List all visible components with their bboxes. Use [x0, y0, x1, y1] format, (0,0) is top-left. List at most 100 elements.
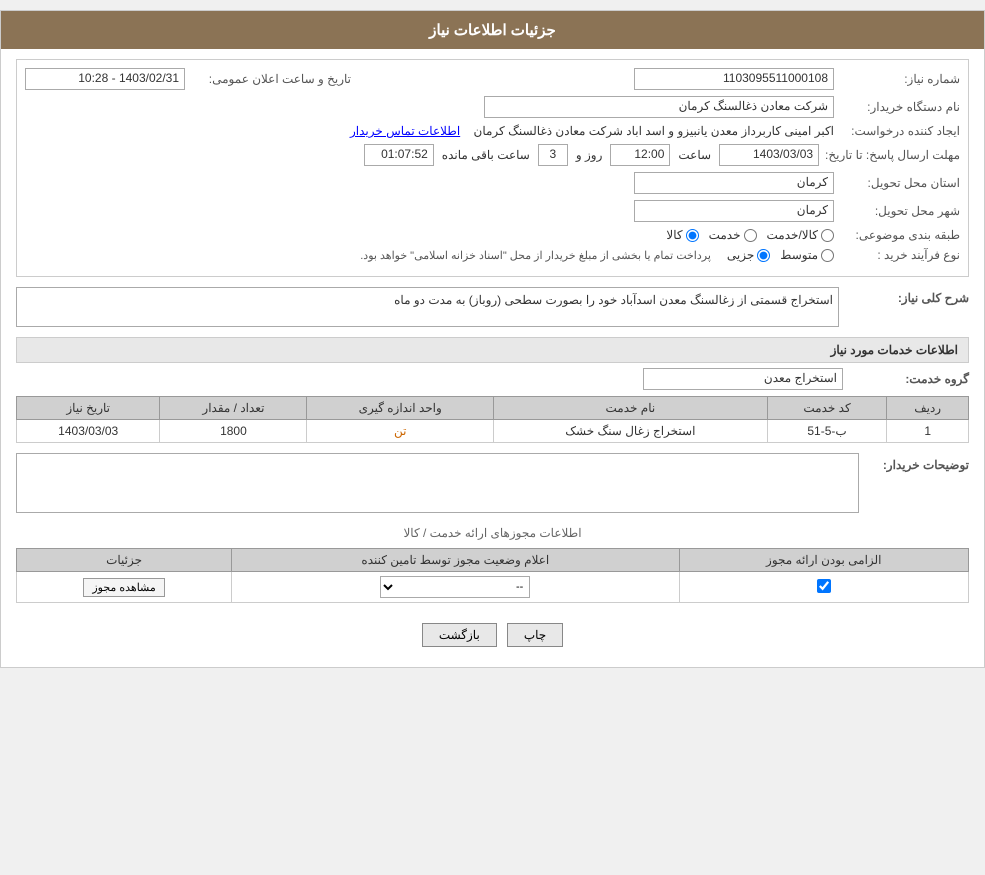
back-button[interactable]: بازگشت — [422, 623, 497, 647]
purchase-motovaset-item: متوسط — [780, 248, 834, 262]
purchase-note: پرداخت تمام یا بخشی از مبلغ خریدار از مح… — [360, 249, 711, 262]
permits-divider: اطلاعات مجوزهای ارائه خدمت / کالا — [16, 526, 969, 540]
city-row: شهر محل تحویل: کرمان — [25, 200, 960, 222]
col-qty: تعداد / مقدار — [160, 397, 307, 420]
cell-code: ب-5-51 — [767, 420, 887, 443]
category-row: طبقه بندی موضوعی: کالا/خدمت خدمت کالا — [25, 228, 960, 242]
col-name: نام خدمت — [493, 397, 767, 420]
table-row: 1 ب-5-51 استخراج زغال سنگ خشک تن 1800 14… — [17, 420, 969, 443]
need-number-label: شماره نیاز: — [840, 72, 960, 86]
permits-col-details: جزئیات — [17, 549, 232, 572]
purchase-jozii-item: جزیی — [727, 248, 770, 262]
category-kala-khedmat-label: کالا/خدمت — [767, 228, 818, 242]
province-value: کرمان — [634, 172, 834, 194]
city-value: کرمان — [634, 200, 834, 222]
permits-details-cell: مشاهده مجوز — [17, 572, 232, 603]
province-row: استان محل تحویل: کرمان — [25, 172, 960, 194]
page-title: جزئیات اطلاعات نیاز — [429, 22, 556, 39]
cell-row: 1 — [887, 420, 969, 443]
service-group-value: استخراج معدن — [643, 368, 843, 390]
creator-label: ایجاد کننده درخواست: — [840, 124, 960, 138]
cell-date: 1403/03/03 — [17, 420, 160, 443]
table-header-row: ردیف کد خدمت نام خدمت واحد اندازه گیری ت… — [17, 397, 969, 420]
permits-status-cell: -- — [232, 572, 679, 603]
need-number-row: شماره نیاز: 1103095511000108 تاریخ و ساع… — [25, 68, 960, 90]
cell-qty: 1800 — [160, 420, 307, 443]
col-row: ردیف — [887, 397, 969, 420]
purchase-type-label: نوع فرآیند خرید : — [840, 248, 960, 262]
deadline-remaining-label: ساعت باقی مانده — [442, 148, 530, 162]
deadline-days: 3 — [538, 144, 568, 166]
purchase-jozii-radio[interactable] — [757, 249, 770, 262]
contact-link[interactable]: اطلاعات تماس خریدار — [350, 124, 460, 138]
category-khedmat-label: خدمت — [709, 228, 741, 242]
buyer-org-value: شرکت معادن ذغالسنگ کرمان — [484, 96, 834, 118]
category-khedmat-radio[interactable] — [744, 229, 757, 242]
permits-required-cell — [679, 572, 968, 603]
need-number-value: 1103095511000108 — [634, 68, 834, 90]
deadline-days-label: روز و — [576, 148, 603, 162]
general-desc-label: شرح کلی نیاز: — [849, 287, 969, 305]
category-kala-khedmat-item: کالا/خدمت — [767, 228, 834, 242]
buyer-notes-value-container — [16, 453, 859, 516]
creator-row: ایجاد کننده درخواست: اکبر امینی کاربرداز… — [25, 124, 960, 138]
city-label: شهر محل تحویل: — [840, 204, 960, 218]
category-kala-radio[interactable] — [686, 229, 699, 242]
col-code: کد خدمت — [767, 397, 887, 420]
buyer-org-row: نام دستگاه خریدار: شرکت معادن ذغالسنگ کر… — [25, 96, 960, 118]
buyer-notes-label: توضیحات خریدار: — [869, 453, 969, 516]
category-kala-item: کالا — [666, 228, 698, 242]
deadline-row: مهلت ارسال پاسخ: تا تاریخ: 1403/03/03 سا… — [25, 144, 960, 166]
deadline-date: 1403/03/03 — [719, 144, 819, 166]
category-radio-group: کالا/خدمت خدمت کالا — [666, 228, 834, 242]
deadline-label: مهلت ارسال پاسخ: تا تاریخ: — [825, 148, 960, 162]
view-permit-button[interactable]: مشاهده مجوز — [83, 578, 164, 597]
general-desc-value-container: استخراج قسمتی از زغالسنگ معدن اسدآباد خو… — [16, 287, 839, 327]
purchase-type-radio-group: متوسط جزیی — [727, 248, 834, 262]
general-desc-section: شرح کلی نیاز: استخراج قسمتی از زغالسنگ م… — [16, 287, 969, 327]
permits-table: الزامی بودن ارائه مجوز اعلام وضعیت مجوز … — [16, 548, 969, 603]
services-table: ردیف کد خدمت نام خدمت واحد اندازه گیری ت… — [16, 396, 969, 443]
col-date: تاریخ نیاز — [17, 397, 160, 420]
buyer-notes-section: توضیحات خریدار: — [16, 453, 969, 516]
buyer-notes-textarea[interactable] — [16, 453, 859, 513]
announce-label: تاریخ و ساعت اعلان عمومی: — [191, 72, 351, 86]
category-kala-khedmat-radio[interactable] — [821, 229, 834, 242]
purchase-type-row: نوع فرآیند خرید : متوسط جزیی پرداخت تمام… — [25, 248, 960, 262]
permits-status-select[interactable]: -- — [380, 576, 530, 598]
general-desc-value: استخراج قسمتی از زغالسنگ معدن اسدآباد خو… — [16, 287, 839, 327]
purchase-motovaset-label: متوسط — [780, 248, 818, 262]
category-label: طبقه بندی موضوعی: — [840, 228, 960, 242]
print-button[interactable]: چاپ — [507, 623, 563, 647]
announce-value: 1403/02/31 - 10:28 — [25, 68, 185, 90]
purchase-motovaset-radio[interactable] — [821, 249, 834, 262]
deadline-group: 1403/03/03 ساعت 12:00 روز و 3 ساعت باقی … — [364, 144, 819, 166]
service-group-label: گروه خدمت: — [849, 372, 969, 386]
permits-col-status: اعلام وضعیت مجوز توسط تامین کننده — [232, 549, 679, 572]
creator-text: اکبر امینی کاربرداز معدن یانبیزو و اسد ا… — [474, 124, 834, 138]
col-unit: واحد اندازه گیری — [307, 397, 493, 420]
page-header: جزئیات اطلاعات نیاز — [1, 11, 984, 49]
services-section-title: اطلاعات خدمات مورد نیاز — [16, 337, 969, 363]
deadline-time-label: ساعت — [678, 148, 711, 162]
deadline-remaining: 01:07:52 — [364, 144, 434, 166]
permits-required-checkbox[interactable] — [817, 579, 831, 593]
footer-buttons: چاپ بازگشت — [16, 613, 969, 657]
creator-value: اکبر امینی کاربرداز معدن یانبیزو و اسد ا… — [25, 124, 834, 138]
permits-row: -- مشاهده مجوز — [17, 572, 969, 603]
category-khedmat-item: خدمت — [709, 228, 757, 242]
category-kala-label: کالا — [666, 228, 682, 242]
cell-unit: تن — [307, 420, 493, 443]
permits-divider-text: اطلاعات مجوزهای ارائه خدمت / کالا — [403, 526, 581, 540]
buyer-org-label: نام دستگاه خریدار: — [840, 100, 960, 114]
cell-name: استخراج زغال سنگ خشک — [493, 420, 767, 443]
purchase-jozii-label: جزیی — [727, 248, 754, 262]
province-label: استان محل تحویل: — [840, 176, 960, 190]
permits-header-row: الزامی بودن ارائه مجوز اعلام وضعیت مجوز … — [17, 549, 969, 572]
permits-col-required: الزامی بودن ارائه مجوز — [679, 549, 968, 572]
main-content: شماره نیاز: 1103095511000108 تاریخ و ساع… — [1, 49, 984, 667]
service-group-row: گروه خدمت: استخراج معدن — [16, 368, 969, 390]
info-section: شماره نیاز: 1103095511000108 تاریخ و ساع… — [16, 59, 969, 277]
deadline-time: 12:00 — [610, 144, 670, 166]
page-container: جزئیات اطلاعات نیاز شماره نیاز: 11030955… — [0, 10, 985, 668]
